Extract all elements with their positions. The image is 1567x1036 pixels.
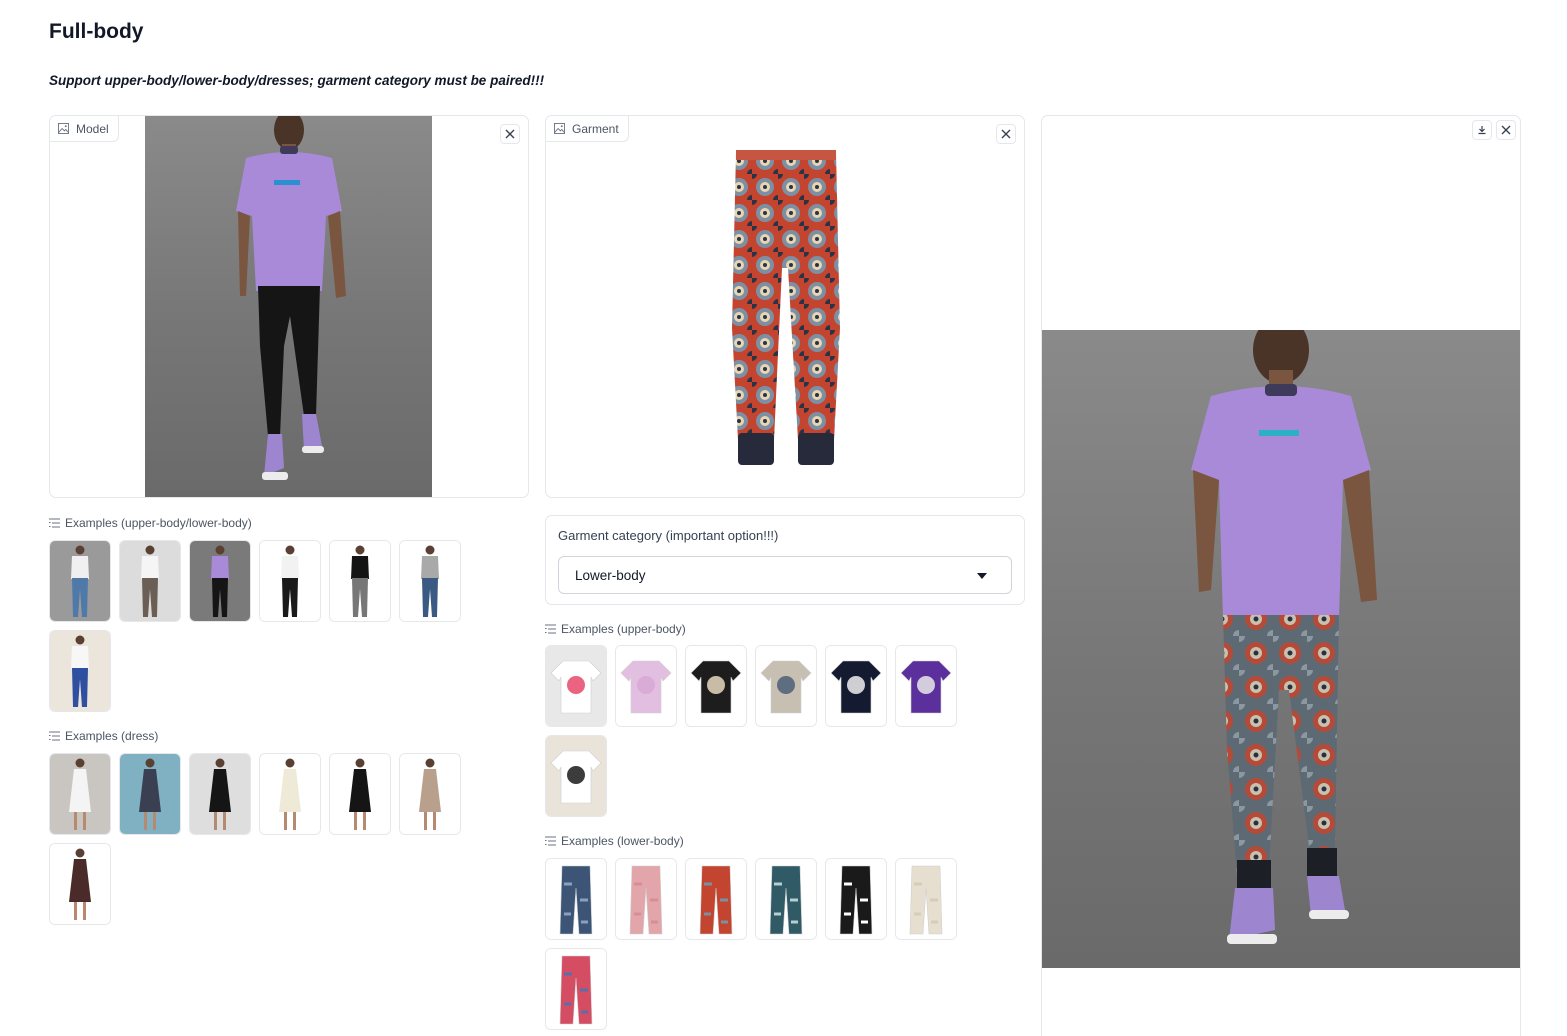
example-pants-teal-print[interactable] (755, 858, 817, 940)
close-icon (1001, 129, 1011, 139)
dress-beige-image (419, 758, 441, 830)
model-photo (145, 116, 432, 497)
example-pants-paisley[interactable] (685, 858, 747, 940)
example-model-white-top-jeans[interactable] (49, 540, 111, 622)
tee-black-graphic-image (830, 660, 882, 714)
examples-garment-lower-grid (545, 858, 957, 1030)
pants-zigzag-image (839, 865, 873, 935)
model-clear-button[interactable] (500, 124, 520, 144)
garment-category-label: Garment category (important option!!!) (558, 528, 779, 543)
model-black-tee-grey-jeans-image (351, 545, 369, 617)
jeans-patchwork-image (559, 865, 593, 935)
tee-armani-white-image (550, 750, 602, 804)
dress-black-slip-image (209, 758, 231, 830)
examples-garment-upper-label: Examples (upper-body) (545, 622, 686, 636)
example-pants-pink[interactable] (615, 858, 677, 940)
page-title: Full-body (49, 20, 144, 43)
model-grey-sweater-jeans-image (421, 545, 439, 617)
example-jeans-patchwork[interactable] (545, 858, 607, 940)
model-label: Model (76, 121, 109, 136)
model-white-top-jeans-image (71, 545, 89, 617)
sweatshirt-purple-image (900, 660, 952, 714)
model-tee-patterned-pants-image (141, 545, 159, 617)
result-clear-button[interactable] (1496, 120, 1516, 140)
example-dress-black-slip[interactable] (189, 753, 251, 835)
chevron-down-icon (977, 573, 987, 579)
example-model-black-tee-grey-jeans[interactable] (329, 540, 391, 622)
example-model-white-cami-black-pants[interactable] (259, 540, 321, 622)
model-figure (235, 116, 346, 480)
example-pants-zigzag[interactable] (825, 858, 887, 940)
pants-multicolor-image (559, 955, 593, 1025)
example-shirt-floral-print[interactable] (545, 645, 607, 727)
garment-label: Garment (572, 121, 619, 136)
pants-cream-image (909, 865, 943, 935)
example-dress-beige[interactable] (399, 753, 461, 835)
example-pants-cream[interactable] (895, 858, 957, 940)
dress-black-fitted-image (349, 758, 371, 830)
example-dress-white[interactable] (49, 753, 111, 835)
example-model-purple-tee-black-pants[interactable] (189, 540, 251, 622)
model-white-tee-blue-pants-image (71, 635, 89, 707)
garment-category-box: Garment category (important option!!!) L… (545, 515, 1025, 605)
model-purple-tee-black-pants-image (211, 545, 229, 617)
result-figure (1191, 330, 1377, 944)
garment-category-dropdown[interactable]: Lower-body (558, 556, 1012, 594)
result-download-button[interactable] (1472, 120, 1492, 140)
example-dress-black-fitted[interactable] (329, 753, 391, 835)
pants-paisley-image (699, 865, 733, 935)
example-sweatshirt-purple[interactable] (895, 645, 957, 727)
page-subtitle: Support upper-body/lower-body/dresses; g… (49, 73, 545, 88)
model-image-panel[interactable]: Model (49, 115, 529, 498)
list-icon (49, 518, 60, 528)
list-icon (545, 624, 556, 634)
example-pants-multicolor[interactable] (545, 948, 607, 1030)
blouse-black-floral-image (690, 660, 742, 714)
result-photo (1042, 330, 1520, 968)
garment-category-value: Lower-body (575, 567, 646, 583)
shirt-floral-print-image (550, 660, 602, 714)
garment-clear-button[interactable] (996, 124, 1016, 144)
examples-model-dress-grid (49, 753, 461, 925)
garment-image-panel[interactable]: Garment (545, 115, 1025, 498)
examples-model-upper-lower-label: Examples (upper-body/lower-body) (49, 516, 252, 530)
dress-brown-floral-image (69, 848, 91, 920)
example-blouse-black-floral[interactable] (685, 645, 747, 727)
list-icon (545, 836, 556, 846)
download-icon (1478, 126, 1486, 135)
image-icon (58, 123, 69, 134)
example-shirt-printed-scenic[interactable] (755, 645, 817, 727)
dress-cream-slip-image (279, 758, 301, 830)
example-model-white-tee-blue-pants[interactable] (49, 630, 111, 712)
examples-model-dress-label: Examples (dress) (49, 729, 158, 743)
model-label-tag: Model (50, 116, 119, 142)
dress-sequin-blue-image (139, 758, 161, 830)
examples-garment-lower-label: Examples (lower-body) (545, 834, 684, 848)
examples-model-upper-lower-grid (49, 540, 461, 712)
close-icon (1501, 125, 1511, 135)
example-model-grey-sweater-jeans[interactable] (399, 540, 461, 622)
example-dress-brown-floral[interactable] (49, 843, 111, 925)
examples-garment-upper-grid (545, 645, 957, 817)
example-tee-armani-white[interactable] (545, 735, 607, 817)
list-icon (49, 731, 60, 741)
result-image-panel (1041, 115, 1521, 1036)
example-dress-sequin-blue[interactable] (119, 753, 181, 835)
dress-white-image (69, 758, 91, 830)
model-white-cami-black-pants-image (281, 545, 299, 617)
blouse-pink-ruffle-image (620, 660, 672, 714)
close-icon (505, 129, 515, 139)
image-icon (554, 123, 565, 134)
pants-pink-image (629, 865, 663, 935)
example-tee-black-graphic[interactable] (825, 645, 887, 727)
example-dress-cream-slip[interactable] (259, 753, 321, 835)
example-blouse-pink-ruffle[interactable] (615, 645, 677, 727)
pants-teal-print-image (769, 865, 803, 935)
example-model-tee-patterned-pants[interactable] (119, 540, 181, 622)
garment-pants-image (732, 150, 840, 465)
garment-label-tag: Garment (546, 116, 629, 142)
shirt-printed-scenic-image (760, 660, 812, 714)
